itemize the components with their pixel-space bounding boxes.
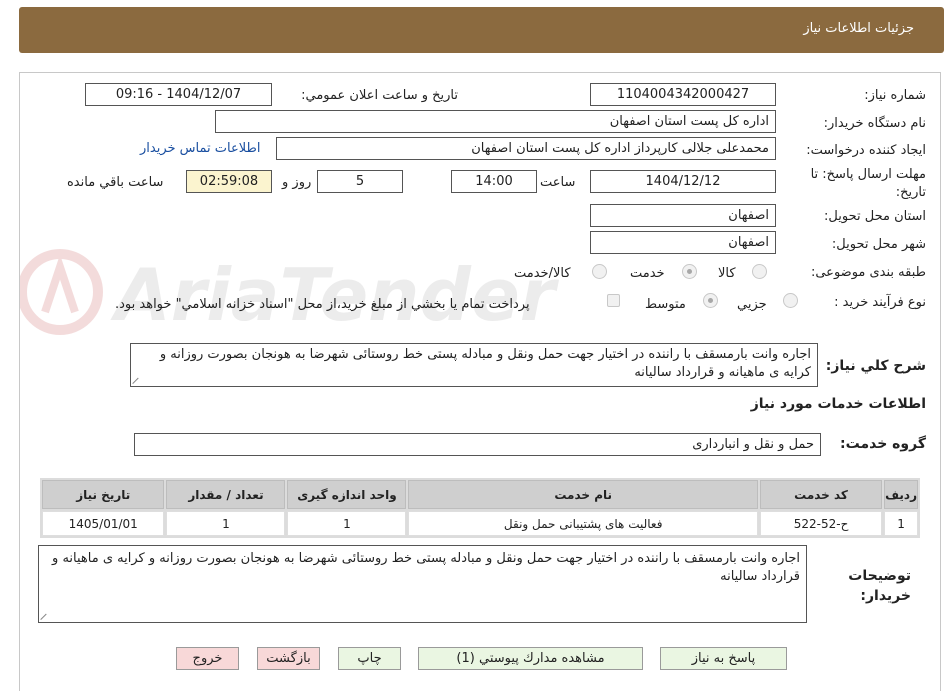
process-small-radio[interactable] bbox=[783, 293, 798, 308]
exit-button[interactable]: خروج bbox=[176, 647, 239, 670]
cell-unit: 1 bbox=[287, 511, 407, 536]
category-label: طبقه بندی موضوعی: bbox=[810, 265, 926, 280]
col-date-header: تاريخ نياز bbox=[42, 480, 165, 509]
buyer-notes-text: اجاره وانت بارمسقف با راننده در اختیار ج… bbox=[52, 551, 800, 584]
watermark-logo: AriaTender bbox=[20, 249, 560, 337]
province-label: استان محل تحويل: bbox=[824, 209, 926, 224]
view-attachments-button[interactable]: مشاهده مدارك پيوستي (1) bbox=[418, 647, 643, 670]
service-group-label: گروه خدمت: bbox=[840, 436, 926, 452]
buyer-notes-textarea[interactable]: اجاره وانت بارمسقف با راننده در اختیار ج… bbox=[38, 545, 807, 623]
process-small-label: جزيي bbox=[737, 297, 767, 312]
col-row-header: رديف bbox=[884, 480, 918, 509]
buyer-contact-link[interactable]: اطلاعات تماس خريدار bbox=[140, 141, 260, 156]
city-field: اصفهان bbox=[590, 231, 776, 254]
summary-textarea[interactable]: اجاره وانت بارمسقف با راننده در اختیار ج… bbox=[130, 343, 818, 387]
category-service-label: خدمت bbox=[630, 266, 665, 281]
buyer-notes-label: توضيحات خريدار: bbox=[848, 568, 911, 604]
province-field: اصفهان bbox=[590, 204, 776, 227]
cell-code: ح-52-522 bbox=[759, 511, 883, 536]
requester-field: محمدعلی جلالی کارپرداز اداره کل پست استا… bbox=[276, 137, 776, 160]
summary-label: شرح كلي نياز: bbox=[825, 358, 926, 374]
remaining-time-field: 02:59:08 bbox=[186, 170, 272, 193]
table-row: 1 ح-52-522 فعالیت های پشتیبانی حمل ونقل … bbox=[42, 511, 918, 536]
city-label: شهر محل تحويل: bbox=[831, 237, 926, 252]
buyer-org-field: اداره كل پست استان اصفهان bbox=[215, 110, 776, 133]
need-number-label: شماره نياز: bbox=[864, 88, 926, 103]
announce-label: تاريخ و ساعت اعلان عمومي: bbox=[301, 88, 458, 103]
page-header: جزئيات اطلاعات نياز bbox=[19, 7, 944, 53]
cell-qty: 1 bbox=[166, 511, 286, 536]
need-number-field: 1104004342000427 bbox=[590, 83, 776, 106]
category-goods-radio[interactable] bbox=[752, 264, 767, 279]
deadline-time-field: 14:00 bbox=[451, 170, 537, 193]
category-service-radio[interactable] bbox=[682, 264, 697, 279]
remaining-label: ساعت باقي مانده bbox=[67, 175, 164, 190]
services-table: رديف كد خدمت نام خدمت واحد اندازه گيری ت… bbox=[40, 478, 920, 538]
svg-text:AriaTender: AriaTender bbox=[110, 253, 560, 337]
service-group-field: حمل و نقل و انبارداری bbox=[134, 433, 821, 456]
process-medium-label: متوسط bbox=[645, 297, 686, 312]
page-title: جزئيات اطلاعات نياز bbox=[803, 21, 914, 36]
process-label: نوع فرآيند خريد : bbox=[834, 295, 926, 310]
requester-label: ايجاد كننده درخواست: bbox=[806, 143, 926, 158]
reply-button[interactable]: پاسخ به نياز bbox=[660, 647, 787, 670]
category-both-label: كالا/خدمت bbox=[514, 266, 571, 281]
category-both-radio[interactable] bbox=[592, 264, 607, 279]
treasury-payment-checkbox[interactable] bbox=[607, 294, 620, 307]
deadline-date-field: 1404/12/12 bbox=[590, 170, 776, 193]
announce-field: 1404/12/07 - 09:16 bbox=[85, 83, 272, 106]
category-goods-label: كالا bbox=[718, 266, 736, 281]
cell-date: 1405/01/01 bbox=[42, 511, 165, 536]
col-unit-header: واحد اندازه گيری bbox=[287, 480, 407, 509]
days-field: 5 bbox=[317, 170, 403, 193]
table-header-row: رديف كد خدمت نام خدمت واحد اندازه گيری ت… bbox=[42, 480, 918, 509]
buyer-org-label: نام دستگاه خريدار: bbox=[823, 116, 926, 131]
resize-grip-icon[interactable] bbox=[133, 376, 141, 384]
treasury-payment-note: پرداخت تمام يا بخشي از مبلغ خريد،از محل … bbox=[115, 297, 530, 312]
summary-text: اجاره وانت بارمسقف با راننده در اختیار ج… bbox=[159, 347, 811, 380]
col-qty-header: تعداد / مقدار bbox=[166, 480, 286, 509]
back-button[interactable]: بازگشت bbox=[257, 647, 320, 670]
cell-name: فعالیت های پشتیبانی حمل ونقل bbox=[408, 511, 758, 536]
services-section-title: اطلاعات خدمات مورد نياز bbox=[750, 396, 926, 412]
resize-grip-icon[interactable] bbox=[41, 612, 49, 620]
print-button[interactable]: چاپ bbox=[338, 647, 401, 670]
process-medium-radio[interactable] bbox=[703, 293, 718, 308]
col-name-header: نام خدمت bbox=[408, 480, 758, 509]
time-label: ساعت bbox=[540, 175, 576, 190]
col-code-header: كد خدمت bbox=[759, 480, 883, 509]
days-label: روز و bbox=[282, 175, 312, 190]
cell-row: 1 bbox=[884, 511, 918, 536]
deadline-label: مهلت ارسال پاسخ: تا تاريخ: bbox=[810, 167, 926, 200]
